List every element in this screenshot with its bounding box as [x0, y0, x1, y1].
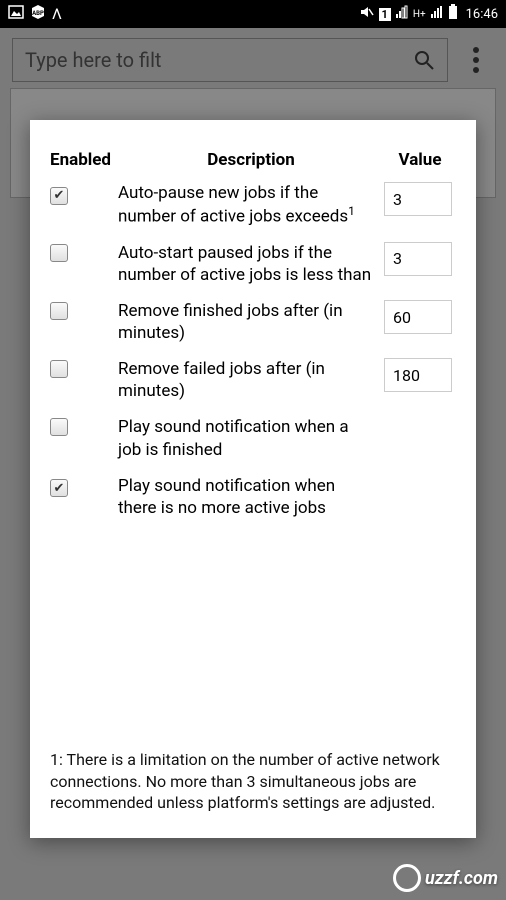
enabled-checkbox[interactable] [50, 244, 68, 262]
table-header: Enabled Description Value [50, 150, 456, 170]
abp-icon: ABP [30, 4, 46, 24]
setting-description: Play sound notification when a job is fi… [118, 416, 384, 460]
setting-description: Remove failed jobs after (in minutes) [118, 358, 384, 402]
enabled-checkbox[interactable] [50, 302, 68, 320]
svg-text:ABP: ABP [32, 10, 44, 17]
signal2-icon [430, 5, 444, 23]
setting-description: Remove finished jobs after (in minutes) [118, 300, 384, 344]
signal-icon [395, 5, 409, 23]
setting-description: Play sound notification when there is no… [118, 475, 384, 519]
value-input[interactable]: 180 [384, 358, 452, 392]
search-placeholder: Type here to filt [25, 48, 413, 72]
enabled-checkbox[interactable] [50, 418, 68, 436]
footnote: 1: There is a limitation on the number o… [50, 749, 456, 814]
search-icon[interactable] [413, 49, 435, 71]
toolbar: Type here to filt [0, 28, 506, 92]
header-value: Value [384, 150, 456, 170]
sim-icon: 1 [379, 8, 391, 21]
setting-row: ✔ Auto-pause new jobs if the number of ac… [50, 182, 456, 228]
header-description: Description [118, 150, 384, 170]
setting-row: Play sound notification when a job is fi… [50, 416, 456, 460]
clock: 16:46 [466, 7, 498, 22]
setting-row: Remove finished jobs after (in minutes)6… [50, 300, 456, 344]
setting-row: ✔ Play sound notification when there is n… [50, 475, 456, 519]
watermark-text: uzzf.com [425, 868, 498, 889]
watermark-logo-icon [393, 864, 421, 892]
battery-icon [448, 4, 458, 24]
settings-rows: ✔ Auto-pause new jobs if the number of ac… [50, 182, 456, 533]
search-input[interactable]: Type here to filt [12, 38, 448, 82]
overflow-menu-button[interactable] [458, 47, 494, 73]
setting-description: Auto-pause new jobs if the number of act… [118, 182, 384, 228]
settings-dialog: Enabled Description Value ✔ Auto-pause ne… [30, 120, 476, 838]
mute-icon [359, 4, 375, 24]
status-bar: ABP Λ 1 H+ 16:46 [0, 0, 506, 28]
value-input[interactable]: 60 [384, 300, 452, 334]
lambda-icon: Λ [52, 5, 62, 23]
picture-icon [8, 4, 24, 24]
setting-description: Auto-start paused jobs if the number of … [118, 242, 384, 286]
setting-row: Auto-start paused jobs if the number of … [50, 242, 456, 286]
watermark: uzzf.com [393, 864, 498, 892]
setting-row: Remove failed jobs after (in minutes)180 [50, 358, 456, 402]
header-enabled: Enabled [50, 150, 118, 170]
enabled-checkbox[interactable]: ✔ [50, 479, 68, 497]
enabled-checkbox[interactable] [50, 360, 68, 378]
network-label: H+ [413, 9, 426, 20]
value-input[interactable]: 3 [384, 242, 452, 276]
value-input[interactable]: 3 [384, 182, 452, 216]
enabled-checkbox[interactable]: ✔ [50, 187, 68, 205]
